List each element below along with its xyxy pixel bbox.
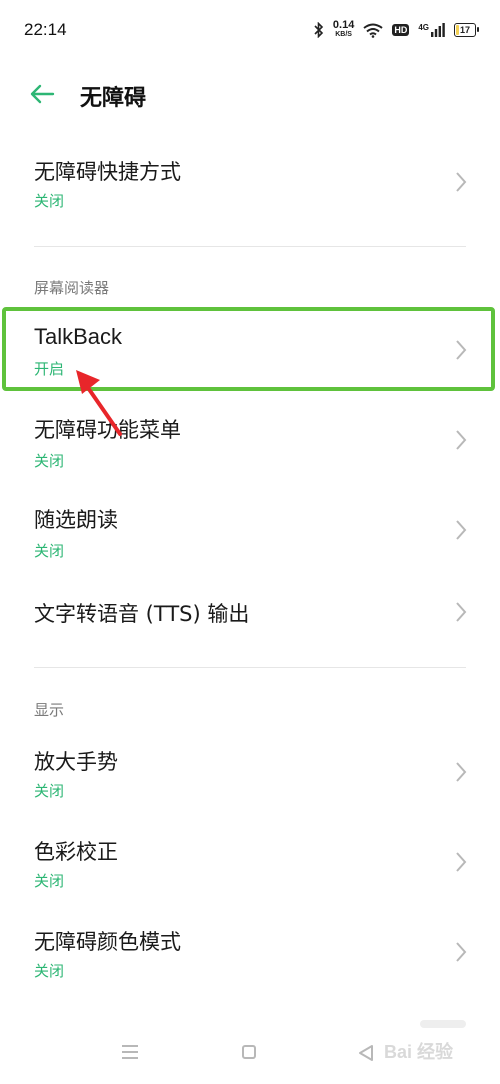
setting-label: 无障碍颜色模式 — [34, 930, 181, 954]
signal-indicator: 4G — [418, 23, 445, 37]
setting-status: 关闭 — [34, 962, 65, 980]
scroll-pill — [420, 1020, 466, 1028]
status-time: 22:14 — [24, 20, 67, 39]
red-arrow-annotation — [76, 370, 122, 436]
watermark-logo: Bai 经验 — [384, 1042, 454, 1062]
setting-tts-output[interactable]: 文字转语音 (TTS) 输出 — [0, 580, 500, 650]
battery-level: 17 — [459, 25, 470, 35]
divider — [34, 246, 466, 247]
chevron-right-icon — [456, 602, 467, 622]
section-header-screen-reader: 屏幕阅读器 — [34, 279, 110, 297]
bluetooth-icon — [314, 22, 324, 38]
status-bar: 22:14 0.14 KB/S HD 4G 17 — [0, 0, 500, 60]
setting-status: 关闭 — [34, 452, 65, 470]
setting-status: 关闭 — [34, 782, 65, 800]
divider — [34, 667, 466, 668]
setting-label: 随选朗读 — [34, 508, 118, 532]
setting-color-correction[interactable]: 色彩校正 关闭 — [0, 820, 500, 904]
chevron-right-icon — [456, 430, 467, 450]
network-speed-value: 0.14 — [332, 19, 355, 31]
setting-status: 关闭 — [34, 192, 65, 210]
chevron-right-icon — [456, 942, 467, 962]
setting-label: 色彩校正 — [34, 840, 118, 864]
page-title: 无障碍 — [80, 86, 147, 111]
setting-status: 关闭 — [34, 542, 65, 560]
setting-select-to-speak[interactable]: 随选朗读 关闭 — [0, 490, 500, 574]
setting-accessibility-color-mode[interactable]: 无障碍颜色模式 关闭 — [0, 910, 500, 994]
battery-icon: 17 — [454, 23, 479, 37]
setting-label: 文字转语音 (TTS) 输出 — [34, 602, 250, 626]
network-speed: 0.14 KB/S — [332, 19, 355, 39]
chevron-right-icon — [456, 852, 467, 872]
back-arrow-icon[interactable] — [28, 80, 56, 108]
back-triangle-icon[interactable] — [357, 1044, 375, 1062]
app-header: 无障碍 — [0, 62, 500, 124]
home-icon[interactable] — [242, 1045, 256, 1059]
network-type: 4G — [418, 23, 429, 32]
setting-magnification-gesture[interactable]: 放大手势 关闭 — [0, 730, 500, 814]
navigation-bar: Bai 经验 — [0, 1020, 500, 1084]
status-icons: 0.14 KB/S HD 4G 17 — [314, 16, 479, 44]
wifi-icon — [363, 23, 383, 38]
battery-fill — [456, 25, 459, 35]
setting-label: 放大手势 — [34, 750, 118, 774]
setting-label: 无障碍快捷方式 — [34, 160, 181, 184]
hd-badge: HD — [392, 24, 410, 36]
setting-accessibility-shortcut[interactable]: 无障碍快捷方式 关闭 — [0, 140, 500, 230]
setting-status: 关闭 — [34, 872, 65, 890]
network-speed-unit: KB/S — [335, 31, 352, 38]
menu-icon[interactable] — [120, 1044, 140, 1060]
signal-icon — [431, 23, 445, 37]
chevron-right-icon — [456, 520, 467, 540]
chevron-right-icon — [456, 172, 467, 192]
section-header-display: 显示 — [34, 701, 65, 719]
chevron-right-icon — [456, 762, 467, 782]
